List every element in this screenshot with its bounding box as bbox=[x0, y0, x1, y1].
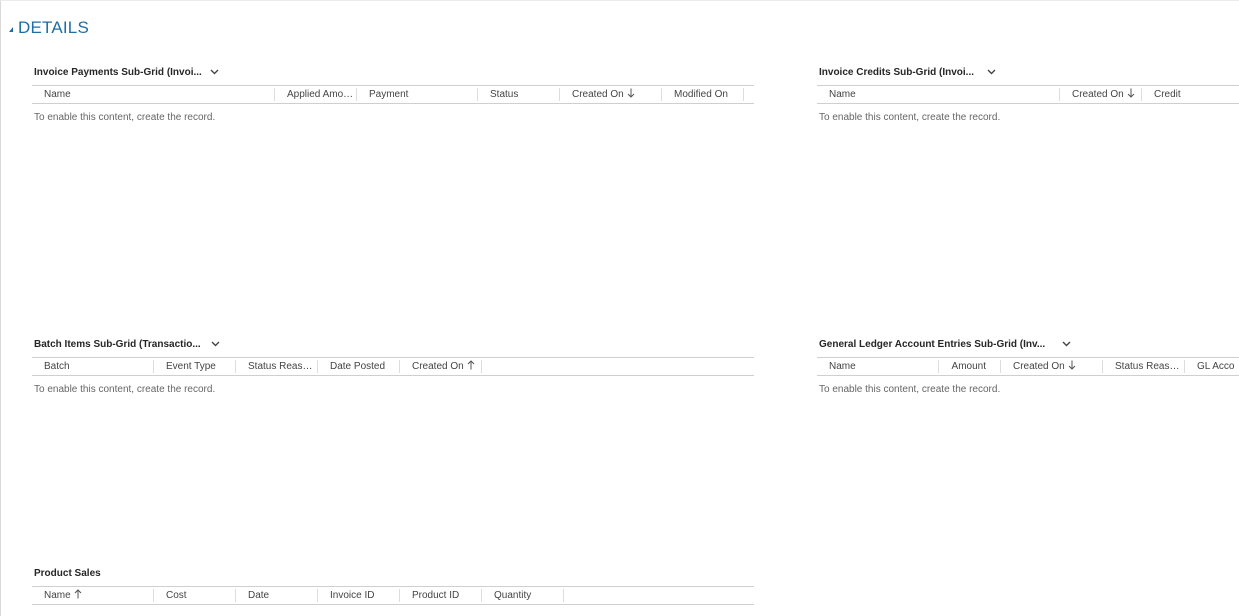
column-header-batch[interactable]: Batch bbox=[32, 360, 154, 373]
chevron-down-icon[interactable] bbox=[210, 67, 220, 77]
product-sales-subgrid: Product Sales Name Cost Date Invoice ID … bbox=[32, 565, 754, 605]
column-header-status-reason[interactable]: Status Reason... bbox=[236, 360, 318, 373]
grid-header: Name Cost Date Invoice ID Product ID Qua… bbox=[32, 586, 754, 605]
gl-entries-subgrid: General Ledger Account Entries Sub-Grid … bbox=[817, 336, 1239, 395]
column-header-product-id[interactable]: Product ID bbox=[400, 589, 482, 602]
column-header-name[interactable]: Name bbox=[32, 88, 275, 101]
chevron-down-icon[interactable] bbox=[211, 339, 221, 349]
batch-items-subgrid: Batch Items Sub-Grid (Transactio... Batc… bbox=[32, 336, 754, 395]
empty-message: To enable this content, create the recor… bbox=[819, 112, 1001, 123]
column-header-invoice-id[interactable]: Invoice ID bbox=[318, 589, 400, 602]
column-header-quantity[interactable]: Quantity bbox=[482, 589, 564, 602]
sort-ascending-icon bbox=[467, 360, 475, 370]
empty-message: To enable this content, create the recor… bbox=[34, 112, 216, 123]
column-header-created-on[interactable]: Created On bbox=[400, 360, 482, 373]
grid-header: Name Created On Credit bbox=[817, 85, 1239, 104]
chevron-down-icon[interactable] bbox=[1061, 339, 1071, 349]
column-header-modified-on[interactable]: Modified On bbox=[662, 88, 744, 101]
column-header-payment[interactable]: Payment bbox=[357, 88, 478, 101]
column-header-applied-amount[interactable]: Applied Amou... bbox=[275, 88, 357, 101]
column-header-date-posted[interactable]: Date Posted bbox=[318, 360, 400, 373]
chevron-down-icon[interactable] bbox=[986, 67, 996, 77]
column-header-created-on[interactable]: Created On bbox=[560, 88, 662, 101]
column-header-amount[interactable]: Amount bbox=[939, 360, 1001, 373]
subgrid-title: Product Sales bbox=[34, 567, 101, 579]
column-header-status-reason[interactable]: Status Reason... bbox=[1103, 360, 1185, 373]
collapse-triangle-icon[interactable] bbox=[9, 27, 13, 32]
column-header-name[interactable]: Name bbox=[817, 360, 939, 373]
grid-header: Batch Event Type Status Reason... Date P… bbox=[32, 357, 754, 376]
column-header-name[interactable]: Name bbox=[32, 589, 154, 602]
invoice-credits-subgrid: Invoice Credits Sub-Grid (Invoi... Name … bbox=[817, 64, 1239, 123]
column-header-status[interactable]: Status bbox=[478, 88, 560, 101]
subgrid-title: Invoice Credits Sub-Grid (Invoi... bbox=[819, 66, 975, 78]
column-header-name[interactable]: Name bbox=[817, 88, 1060, 101]
column-header-credit[interactable]: Credit bbox=[1142, 86, 1239, 103]
column-header-cost[interactable]: Cost bbox=[154, 589, 236, 602]
subgrid-title: Invoice Payments Sub-Grid (Invoi... bbox=[34, 66, 202, 78]
column-header-date[interactable]: Date bbox=[236, 589, 318, 602]
sort-descending-icon bbox=[1068, 360, 1076, 370]
empty-message: To enable this content, create the recor… bbox=[34, 384, 216, 395]
column-header-created-on[interactable]: Created On bbox=[1001, 360, 1103, 373]
grid-header: Name Applied Amou... Payment Status Crea… bbox=[32, 85, 754, 104]
section-title: DETAILS bbox=[18, 18, 89, 37]
subgrid-title: Batch Items Sub-Grid (Transactio... bbox=[34, 338, 201, 350]
column-header-created-on[interactable]: Created On bbox=[1060, 88, 1142, 101]
sort-descending-icon bbox=[1127, 88, 1135, 98]
column-header-gl-account[interactable]: GL Acco bbox=[1185, 358, 1239, 375]
details-section-header[interactable]: DETAILS bbox=[9, 18, 89, 38]
invoice-payments-subgrid: Invoice Payments Sub-Grid (Invoi... Name… bbox=[32, 64, 754, 123]
sort-ascending-icon bbox=[74, 589, 82, 599]
grid-header: Name Amount Created On Status Reason... … bbox=[817, 357, 1239, 376]
empty-message: To enable this content, create the recor… bbox=[819, 384, 1001, 395]
column-header-event-type[interactable]: Event Type bbox=[154, 360, 236, 373]
subgrid-title: General Ledger Account Entries Sub-Grid … bbox=[819, 338, 1046, 350]
sort-descending-icon bbox=[627, 88, 635, 98]
